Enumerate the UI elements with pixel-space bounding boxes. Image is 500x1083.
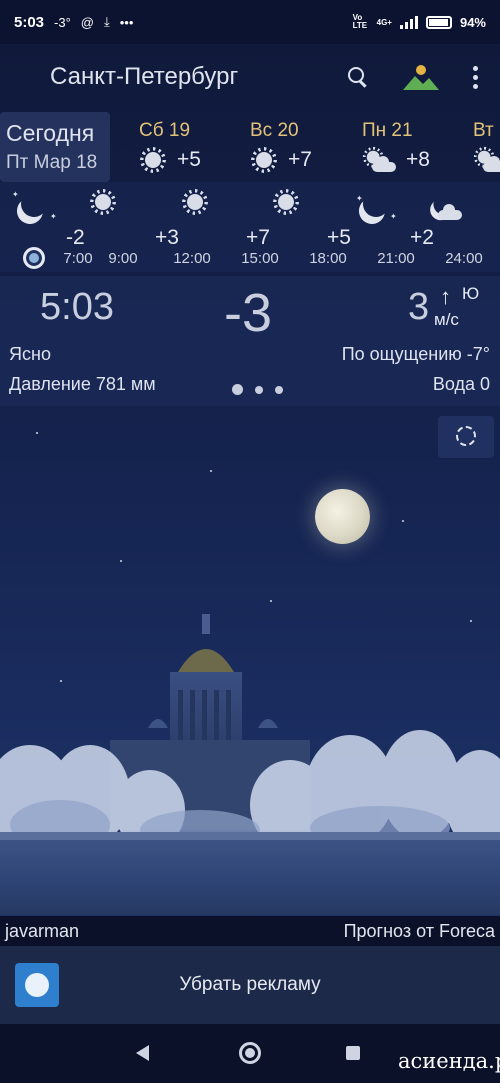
gear-sun-icon [456, 426, 476, 446]
network-type: 4G+ [376, 17, 392, 27]
hourly-temp: +7 [246, 226, 270, 249]
weather-screen: 5:03 -3° @ ⤓ ••• Vo LTE 4G+ 94% Санкт-Пе… [0, 0, 500, 1083]
sky-star [402, 520, 404, 522]
sun-cloud-icon [473, 146, 500, 174]
day-today[interactable]: Сегодня Пт Мар 18 [0, 112, 110, 182]
app-header: Санкт-Петербург [0, 44, 500, 110]
feels-like: По ощущению -7° [341, 344, 490, 364]
battery-icon [425, 15, 452, 29]
hourly-temp: +2 [410, 226, 434, 249]
watermark: асиенда.ру [398, 1049, 500, 1073]
sky-star [210, 470, 212, 472]
sun-icon [89, 188, 117, 216]
day-date: Пт Мар 18 [6, 152, 98, 173]
day-label: Вс 20 [250, 120, 299, 141]
day-sun[interactable]: Вс 20 +7 [250, 120, 312, 182]
credits-bar: javarman Прогноз от Foreca [0, 916, 500, 946]
pressure: Давление 781 мм [9, 374, 156, 394]
hourly-temp: -2 [66, 226, 85, 249]
sky-star [36, 432, 38, 434]
remove-ads-label: Убрать рекламу [179, 974, 321, 995]
hourly-time: 18:00 [309, 250, 347, 267]
hourly-temp: +5 [327, 226, 351, 249]
moon-icon [360, 188, 390, 222]
hourly-forecast: ✦ ✦ ✦ ✦ -2 +3 +7 +5 +2 7:00 9:00 12:00 15:… [0, 182, 500, 272]
photo-author[interactable]: javarman [5, 921, 79, 942]
wind-direction: Ю [462, 284, 480, 303]
current-time-marker [23, 247, 45, 269]
battery-level: 94% [459, 14, 486, 30]
hourly-time: 12:00 [173, 250, 211, 267]
day-tue[interactable]: Вт [473, 120, 500, 182]
hourly-time: 24:00 [445, 250, 483, 267]
hourly-time: 21:00 [377, 250, 415, 267]
day-label: Пн 21 [362, 120, 413, 141]
river-ice [0, 840, 500, 915]
home-icon[interactable] [239, 1042, 261, 1064]
forecast-provider[interactable]: Прогноз от Foreca [344, 921, 495, 942]
daily-forecast-strip: Сегодня Пт Мар 18 Сб 19 +5 Вс 20 +7 Пн 2… [0, 112, 500, 182]
more-vert-icon[interactable] [473, 65, 478, 89]
notification-temp: -3° [54, 14, 71, 30]
sun-icon [250, 146, 278, 174]
landscape-icon[interactable] [403, 64, 439, 90]
hourly-time: 15:00 [241, 250, 279, 267]
remove-ads-banner[interactable]: Убрать рекламу [0, 946, 500, 1024]
status-time: 5:03 [14, 13, 45, 31]
water-temp: Вода 0 [432, 374, 490, 394]
day-label: Вт [473, 120, 494, 141]
sun-icon [181, 188, 209, 216]
more-notifications-icon: ••• [119, 14, 134, 30]
signal-icon [399, 15, 418, 29]
recents-icon[interactable] [346, 1046, 360, 1060]
current-time: 5:03 [40, 286, 114, 328]
wind-arrow-icon: ↑ [440, 284, 451, 309]
hourly-temp: +3 [155, 226, 179, 249]
day-label: Сегодня [6, 120, 95, 146]
sky-star [120, 560, 122, 562]
back-icon[interactable] [136, 1045, 149, 1061]
wind-speed: 3 [408, 286, 430, 328]
current-temp: -3 [224, 283, 273, 343]
day-temp: +7 [288, 148, 312, 171]
at-icon: @ [80, 14, 94, 30]
city-name[interactable]: Санкт-Петербург [50, 63, 238, 91]
volte-icon: Vo LTE [352, 13, 368, 30]
sun-icon [272, 188, 300, 216]
search-icon[interactable] [347, 66, 369, 88]
theme-toggle-button[interactable] [438, 416, 494, 458]
page-indicator [232, 384, 283, 395]
moon-icon [18, 188, 48, 222]
hourly-time: 9:00 [108, 250, 138, 267]
day-temp: +5 [177, 148, 201, 171]
download-icon: ⤓ [104, 14, 110, 29]
day-sat[interactable]: Сб 19 +5 [139, 120, 201, 182]
status-bar: 5:03 -3° @ ⤓ ••• Vo LTE 4G+ 94% [0, 0, 500, 44]
sun-icon [139, 146, 167, 174]
sun-cloud-icon [362, 146, 396, 174]
moon-image [315, 489, 370, 544]
day-label: Сб 19 [139, 120, 191, 141]
day-mon[interactable]: Пн 21 +8 [362, 120, 430, 182]
day-temp: +8 [406, 148, 430, 171]
wind-unit: м/с [434, 310, 459, 329]
current-conditions-card[interactable]: 5:03 -3 3 ↑ Ю м/с Ясно По ощущению -7° Д… [0, 276, 500, 406]
condition: Ясно [9, 344, 51, 364]
